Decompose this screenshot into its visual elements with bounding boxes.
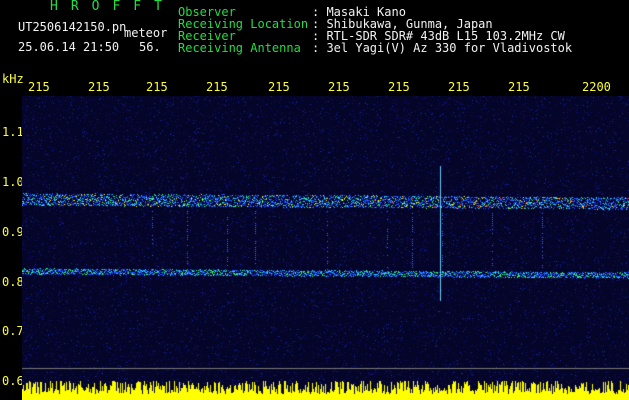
info-labels: Observer Receiving Location Receiver Rec… — [178, 6, 308, 54]
meteor-count: 56. — [139, 40, 161, 54]
y-tick-label: 0.7 — [2, 324, 24, 338]
info-label-antenna: Receiving Antenna — [178, 41, 301, 55]
x-tick-label: 215 — [28, 80, 50, 94]
x-tick-label: 215 — [508, 80, 530, 94]
spectrogram-plot[interactable] — [22, 96, 629, 400]
timestamp: 25.06.14 21:50 — [18, 40, 120, 54]
x-tick-label: 215 — [388, 80, 410, 94]
x-tick-label: 215 — [268, 80, 290, 94]
y-tick-label: 0.8 — [2, 275, 24, 289]
x-tick-label: 215 — [88, 80, 110, 94]
meteor-label: meteor — [124, 26, 168, 40]
y-tick-label: 1.0 — [2, 175, 24, 189]
x-tick-label: 215 — [206, 80, 228, 94]
image-filename: UT2506142150.pn — [18, 20, 127, 34]
x-tick-label: 215 — [328, 80, 350, 94]
y-tick-label: 1.1 — [2, 125, 24, 139]
time-axis: 215 215 215 215 215 215 215 215 215 2200 — [28, 80, 611, 94]
app-logo: HROFFT — [50, 0, 175, 14]
y-tick-label: 0.6 — [2, 374, 24, 388]
x-tick-label: 215 — [448, 80, 470, 94]
y-tick-label: 0.9 — [2, 225, 24, 239]
spectrogram-viewer: { "header": { "logo": "HROFFT", "filenam… — [0, 0, 629, 400]
x-tick-label: 2200 — [582, 80, 611, 94]
info-value-antenna: : 3el Yagi(V) Az 330 for Vladivostok — [312, 41, 573, 55]
info-values: : Masaki Kano : Shibukawa, Gunma, Japan … — [312, 6, 572, 54]
x-tick-label: 215 — [146, 80, 168, 94]
